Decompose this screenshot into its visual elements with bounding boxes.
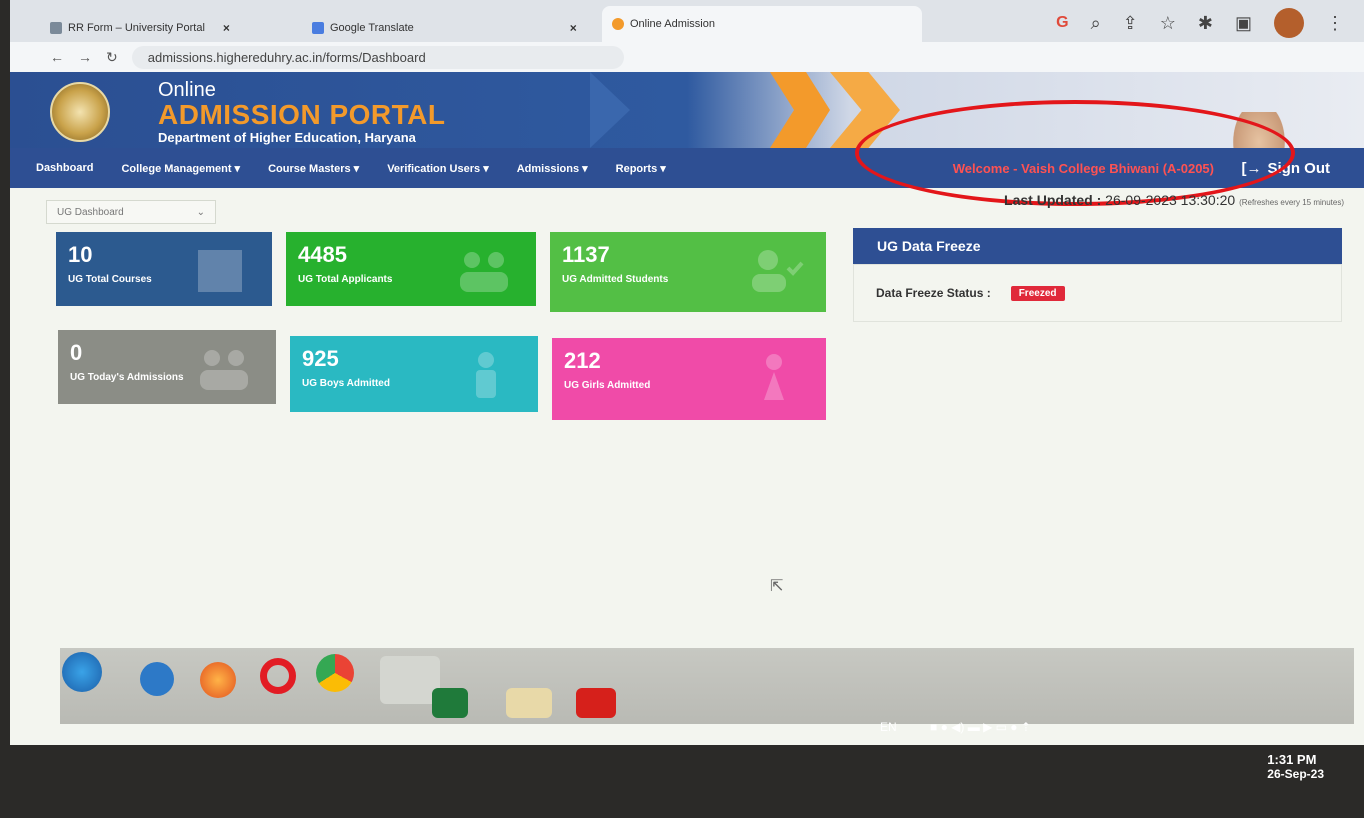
freeze-status-label: Data Freeze Status : xyxy=(876,286,991,300)
last-updated: Last Updated : 26-09-2023 13:30:20 (Refr… xyxy=(1004,192,1344,208)
start-button-icon[interactable] xyxy=(62,652,102,692)
sign-out-label: Sign Out xyxy=(1267,159,1331,177)
brand-line-1: Online xyxy=(158,79,216,101)
file-explorer-icon[interactable] xyxy=(506,688,552,718)
taskbar-clock[interactable]: 1:31 PM 26-Sep-23 xyxy=(1267,752,1324,781)
card-ug-todays-admissions[interactable]: 0 UG Today's Admissions xyxy=(58,330,276,404)
male-icon xyxy=(476,352,496,398)
tab-google-translate[interactable]: Google Translate × xyxy=(302,14,587,42)
card-ug-girls-admitted[interactable]: 212 UG Girls Admitted xyxy=(552,338,826,420)
brand-line-3: Department of Higher Education, Haryana xyxy=(158,130,416,145)
opera-icon[interactable] xyxy=(260,658,296,694)
card-ug-boys-admitted[interactable]: 925 UG Boys Admitted xyxy=(290,336,538,412)
haryana-emblem-icon xyxy=(50,82,110,142)
dashboard-select[interactable]: UG Dashboard ⌄ xyxy=(46,200,216,224)
internet-explorer-icon[interactable] xyxy=(140,662,174,696)
user-check-icon xyxy=(752,250,804,292)
clock-date: 26-Sep-23 xyxy=(1267,767,1324,781)
freeze-panel-title: UG Data Freeze xyxy=(853,228,1342,264)
header-chevron-decoration xyxy=(590,72,630,148)
forward-icon[interactable]: → xyxy=(78,49,92,65)
back-icon[interactable]: ← xyxy=(50,49,64,65)
last-updated-label: Last Updated : xyxy=(1004,192,1102,208)
header-chevron-decoration xyxy=(830,72,900,148)
nav-course-masters[interactable]: Course Masters ▾ xyxy=(254,162,373,175)
firefox-icon[interactable] xyxy=(200,662,236,698)
users-group-icon xyxy=(460,252,508,292)
last-updated-value: 26-09-2023 13:30:20 xyxy=(1105,192,1236,208)
google-icon[interactable]: G xyxy=(1056,14,1068,32)
sign-out-button[interactable]: [→ Sign Out xyxy=(1242,148,1331,188)
address-bar: ← → ↻ admissions.highereduhry.ac.in/form… xyxy=(10,42,1364,72)
card-ug-total-courses[interactable]: 10 UG Total Courses xyxy=(56,232,272,306)
users-group-icon xyxy=(200,350,248,390)
welcome-text: Welcome - Vaish College Bhiwani (A-0205) xyxy=(952,160,1214,176)
browser-tab-strip: RR Form – University Portal × Google Tra… xyxy=(10,0,1364,42)
url-field[interactable]: admissions.highereduhry.ac.in/forms/Dash… xyxy=(131,45,624,69)
star-icon[interactable]: ☆ xyxy=(1160,13,1176,34)
official-portrait xyxy=(1214,112,1304,148)
close-tab-icon[interactable]: × xyxy=(570,21,577,35)
book-icon xyxy=(198,250,242,292)
card-ug-admitted-students[interactable]: 1137 UG Admitted Students xyxy=(550,232,826,312)
tray-icons: ■ ● ◀) ▬ ▶ ▭ ● ⇡ xyxy=(930,720,1031,734)
nav-college-management[interactable]: College Management ▾ xyxy=(107,162,254,175)
profile-avatar[interactable] xyxy=(1274,8,1304,38)
acrobat-icon[interactable] xyxy=(576,688,616,718)
nav-admissions[interactable]: Admissions ▾ xyxy=(503,162,602,175)
chrome-icon[interactable] xyxy=(316,654,354,692)
browser-toolbar-icons: G ⌕ ⇪ ☆ ✱ ▣ ⋮ xyxy=(1056,8,1344,38)
freeze-panel-body: Data Freeze Status : Freezed xyxy=(853,264,1342,322)
excel-icon[interactable] xyxy=(432,688,468,718)
sidebar-icon[interactable]: ▣ xyxy=(1235,13,1252,34)
site-favicon-icon xyxy=(50,22,62,34)
portal-brand: Online ADMISSION PORTAL Department of Hi… xyxy=(158,80,445,146)
windows-taskbar xyxy=(60,648,1354,724)
freeze-status-badge: Freezed xyxy=(1010,285,1065,301)
portal-header: Online ADMISSION PORTAL Department of Hi… xyxy=(10,72,1364,148)
close-tab-icon[interactable]: × xyxy=(223,21,230,35)
clock-time: 1:31 PM xyxy=(1267,752,1317,767)
chevron-down-icon: ⌄ xyxy=(196,206,205,218)
nav-reports[interactable]: Reports ▾ xyxy=(602,162,680,175)
nav-verification-users[interactable]: Verification Users ▾ xyxy=(373,162,503,175)
tab-online-admission[interactable]: Online Admission xyxy=(602,6,922,42)
sign-out-icon: [→ xyxy=(1241,159,1262,177)
female-icon xyxy=(764,354,784,400)
extensions-icon[interactable]: ✱ xyxy=(1198,13,1213,34)
tab-label: Online Admission xyxy=(630,18,715,30)
menu-icon[interactable]: ⋮ xyxy=(1326,13,1344,34)
search-icon[interactable]: ⌕ xyxy=(1091,13,1101,34)
brand-line-2: ADMISSION PORTAL xyxy=(158,99,446,130)
tab-label: Google Translate xyxy=(330,22,414,34)
refresh-note: (Refreshes every 15 minutes) xyxy=(1239,198,1344,207)
header-chevron-decoration xyxy=(770,72,830,148)
reload-icon[interactable]: ↻ xyxy=(106,49,118,66)
dashboard-select-value: UG Dashboard xyxy=(57,206,124,218)
share-icon[interactable]: ⇪ xyxy=(1123,13,1138,34)
portal-favicon-icon xyxy=(612,18,624,30)
nav-dashboard[interactable]: Dashboard xyxy=(10,162,107,174)
chrome-active-icon[interactable] xyxy=(380,656,440,704)
card-ug-total-applicants[interactable]: 4485 UG Total Applicants xyxy=(286,232,536,306)
tab-rr-form[interactable]: RR Form – University Portal × xyxy=(40,14,240,42)
tab-label: RR Form – University Portal xyxy=(68,22,205,34)
monitor-screen: RR Form – University Portal × Google Tra… xyxy=(10,0,1364,745)
mouse-cursor-icon: ⇱ xyxy=(770,578,784,595)
system-tray: EN ■ ● ◀) ▬ ▶ ▭ ● ⇡ xyxy=(880,720,1031,734)
language-indicator[interactable]: EN xyxy=(880,720,897,734)
translate-favicon-icon xyxy=(312,22,324,34)
